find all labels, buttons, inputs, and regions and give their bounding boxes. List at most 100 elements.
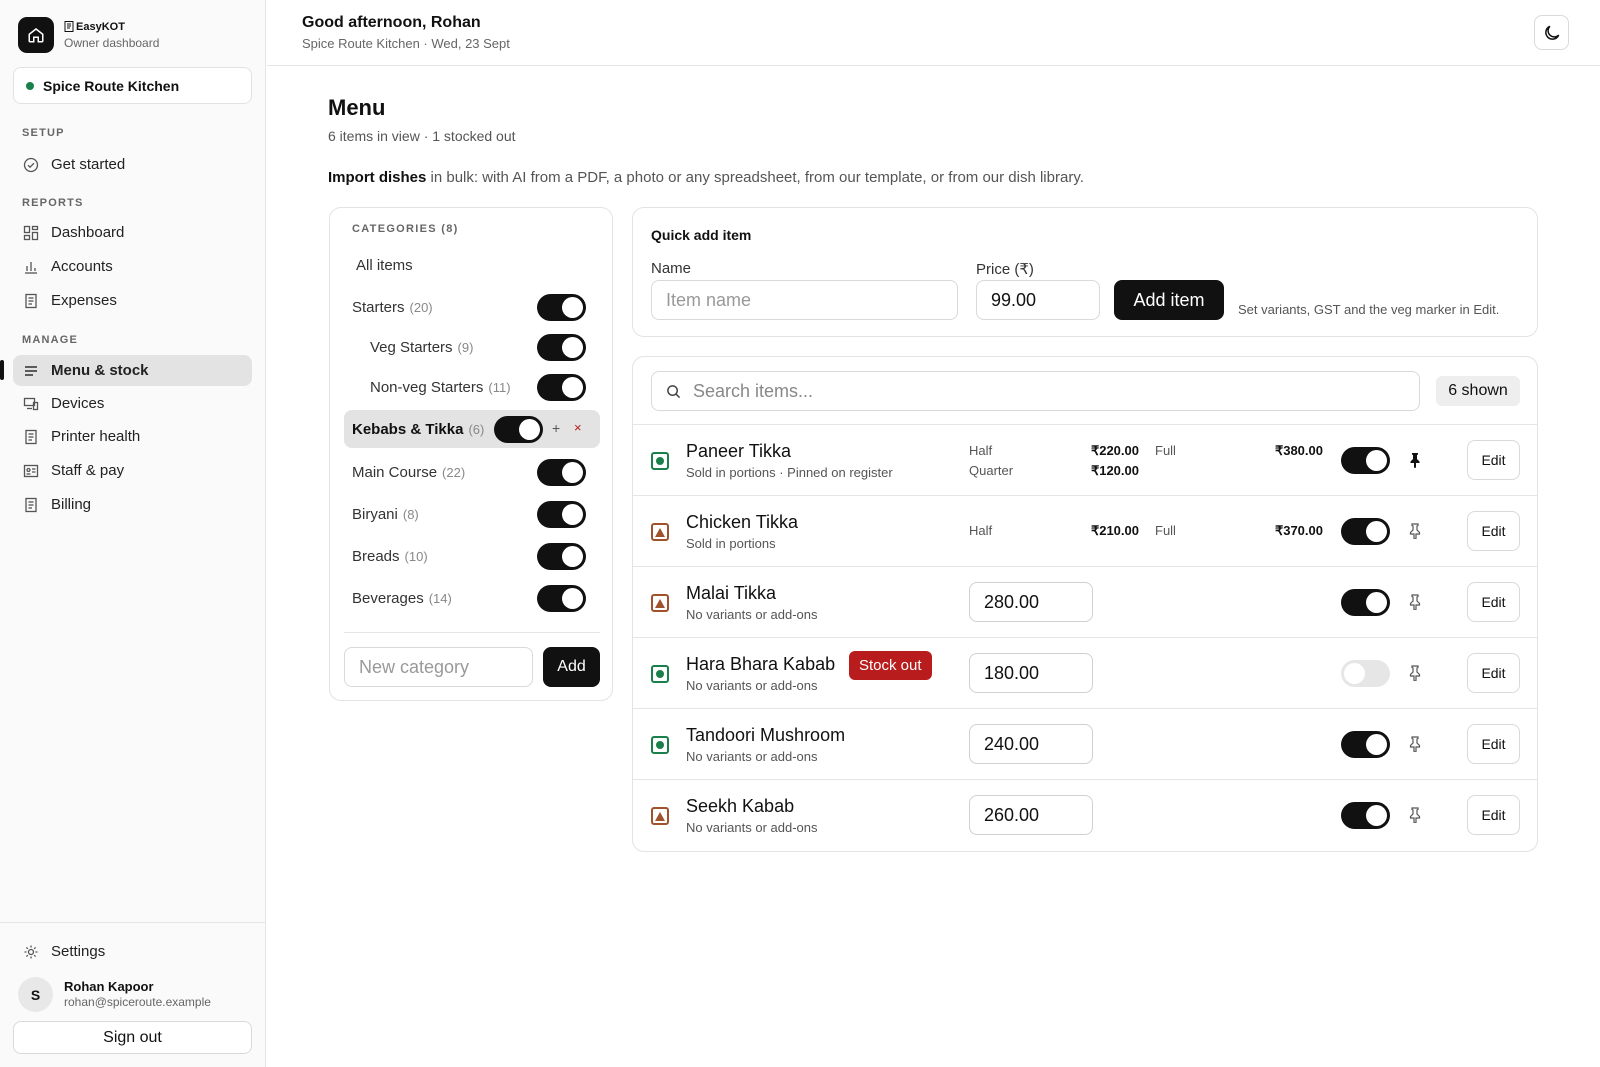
item-subtitle: Sold in portions [686, 536, 776, 551]
sidebar-item-devices[interactable]: Devices [13, 388, 252, 419]
receipt-icon [23, 293, 39, 309]
price-input[interactable]: 280.00 [969, 582, 1093, 622]
pin-filled-icon[interactable] [1405, 450, 1425, 470]
stock-toggle[interactable] [1341, 518, 1390, 545]
category-toggle[interactable] [537, 374, 586, 401]
avatar[interactable]: S [18, 977, 53, 1012]
table-row[interactable]: Paneer Tikka Sold in portions · Pinned o… [633, 424, 1537, 495]
edit-button[interactable]: Edit [1467, 653, 1520, 693]
pin-icon[interactable] [1405, 663, 1425, 683]
sidebar-item-staff-pay[interactable]: Staff & pay [13, 455, 252, 486]
variant-label: Full [1155, 523, 1176, 538]
add-category-button[interactable]: Add [543, 647, 600, 687]
grid-icon [23, 225, 39, 241]
brand[interactable]: EasyKOT Owner dashboard [18, 17, 159, 53]
category-row[interactable]: Beverages (14) [344, 579, 600, 617]
category-toggle[interactable] [494, 416, 543, 443]
category-toggle[interactable] [537, 334, 586, 361]
table-row[interactable]: Malai Tikka No variants or add-ons 280.0… [633, 566, 1537, 637]
category-count: (14) [428, 590, 452, 606]
pin-icon[interactable] [1405, 734, 1425, 754]
item-subtitle: No variants or add-ons [686, 678, 818, 693]
kitchen-selector[interactable]: Spice Route Kitchen [13, 67, 252, 104]
import-link[interactable]: Import dishes [328, 169, 426, 186]
category-toggle[interactable] [537, 501, 586, 528]
variant-price: ₹220.00 [1090, 443, 1139, 458]
sidebar-item-settings[interactable]: Settings [13, 936, 252, 967]
top-bar: Good afternoon, Rohan Spice Route Kitche… [267, 0, 1600, 66]
category-toggle[interactable] [537, 585, 586, 612]
item-name: Hara Bhara Kabab [686, 654, 836, 674]
sidebar-item-label: Devices [51, 395, 105, 412]
category-count: (9) [457, 339, 474, 355]
sidebar-item-dashboard[interactable]: Dashboard [13, 217, 252, 248]
table-row[interactable]: Tandoori Mushroom No variants or add-ons… [633, 708, 1537, 779]
item-name: Malai Tikka [686, 583, 777, 603]
price-input[interactable]: 240.00 [969, 724, 1093, 764]
sidebar-item-billing[interactable]: Billing [13, 489, 252, 520]
category-row[interactable]: Biryani (8) [344, 495, 600, 533]
stock-toggle[interactable] [1341, 731, 1390, 758]
delete-category-icon[interactable]: × [574, 420, 582, 435]
moon-icon [1542, 23, 1562, 43]
add-subcategory-icon[interactable]: + [552, 420, 560, 436]
item-name: Paneer Tikka [686, 441, 792, 461]
stock-toggle[interactable] [1341, 447, 1390, 474]
quick-add-hint: Set variants, GST and the veg marker in … [1238, 302, 1500, 317]
stock-toggle[interactable] [1341, 589, 1390, 616]
sidebar-item-accounts[interactable]: Accounts [13, 251, 252, 282]
category-row[interactable]: Breads (10) [344, 537, 600, 575]
item-name-input[interactable]: Item name [651, 280, 958, 320]
edit-button[interactable]: Edit [1467, 440, 1520, 480]
category-row[interactable]: Veg Starters (9) [344, 328, 600, 366]
sidebar-item-label: Settings [51, 943, 106, 960]
search-input[interactable]: Search items... [651, 371, 1420, 411]
category-all-items[interactable]: All items [344, 246, 600, 284]
category-count: (6) [468, 421, 485, 437]
pin-icon[interactable] [1405, 805, 1425, 825]
sidebar-item-label: Staff & pay [51, 462, 125, 479]
category-row[interactable]: Starters (20) [344, 288, 600, 326]
add-item-button[interactable]: Add item [1114, 280, 1224, 320]
category-toggle[interactable] [537, 459, 586, 486]
nav-section-manage: MANAGE [22, 334, 79, 346]
sidebar-item-menu-stock[interactable]: Menu & stock [13, 355, 252, 386]
receipt-icon [23, 497, 39, 513]
pin-icon[interactable] [1405, 592, 1425, 612]
category-row[interactable]: Main Course (22) [344, 453, 600, 491]
sidebar-item-label: Expenses [51, 292, 117, 309]
user-name: Rohan Kapoor [64, 979, 154, 994]
user-email: rohan@spiceroute.example [64, 995, 211, 1009]
price-input[interactable]: 260.00 [969, 795, 1093, 835]
quick-add-panel: Quick add item Name Item name Price (₹) … [632, 207, 1538, 337]
price-input[interactable]: 180.00 [969, 653, 1093, 693]
new-category-input[interactable]: New category [344, 647, 533, 687]
edit-button[interactable]: Edit [1467, 511, 1520, 551]
sidebar-item-printer-health[interactable]: Printer health [13, 421, 252, 452]
sidebar-item-label: Billing [51, 496, 92, 513]
price-input[interactable]: 99.00 [976, 280, 1100, 320]
greeting: Good afternoon, Rohan [302, 14, 481, 31]
table-row[interactable]: Chicken Tikka Sold in portions Half ₹210… [633, 495, 1537, 566]
category-toggle[interactable] [537, 294, 586, 321]
stock-toggle[interactable] [1341, 660, 1390, 687]
theme-toggle-button[interactable] [1534, 15, 1569, 50]
sidebar-item-expenses[interactable]: Expenses [13, 285, 252, 316]
edit-button[interactable]: Edit [1467, 795, 1520, 835]
sign-out-button[interactable]: Sign out [13, 1021, 252, 1054]
table-row[interactable]: Seekh Kabab No variants or add-ons 260.0… [633, 779, 1537, 850]
edit-button[interactable]: Edit [1467, 582, 1520, 622]
table-row[interactable]: Hara Bhara Kabab Stock out No variants o… [633, 637, 1537, 708]
category-count: (8) [402, 506, 419, 522]
category-row-selected[interactable]: Kebabs & Tikka (6) + × [344, 410, 600, 448]
stock-toggle[interactable] [1341, 802, 1390, 829]
category-toggle[interactable] [537, 543, 586, 570]
pin-icon[interactable] [1405, 521, 1425, 541]
category-count: (11) [488, 379, 511, 395]
kitchen-name: Spice Route Kitchen [43, 77, 180, 94]
category-row[interactable]: Non-veg Starters (11) [344, 368, 600, 406]
non-veg-marker-icon [651, 807, 669, 825]
variant-price: ₹120.00 [1090, 463, 1139, 478]
sidebar-item-get-started[interactable]: Get started [13, 149, 252, 180]
edit-button[interactable]: Edit [1467, 724, 1520, 764]
